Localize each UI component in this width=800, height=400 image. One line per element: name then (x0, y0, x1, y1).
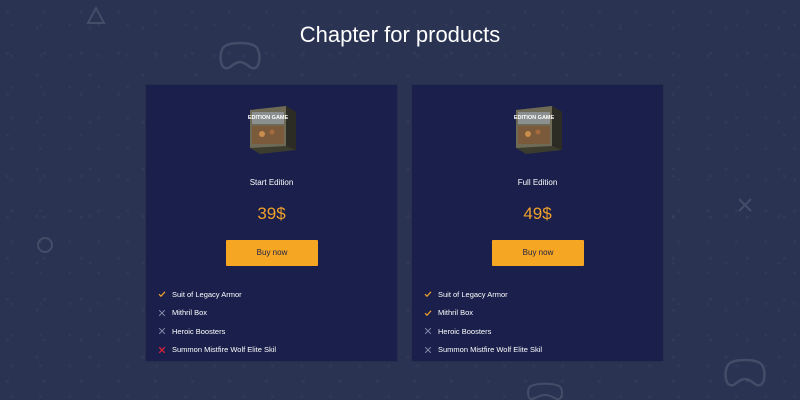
feature-item: Suit of Legacy Armor (158, 285, 276, 304)
feature-item: Heroic Boosters (424, 322, 542, 341)
check-icon (424, 310, 432, 316)
check-icon (158, 291, 166, 298)
feature-item: Mithril Box (424, 304, 542, 323)
edition-name: Full Edition (517, 178, 558, 187)
box-title-text: EDITION GAME (248, 115, 289, 121)
feature-label: Summon Mistfire Wolf Elite Skil (438, 345, 543, 355)
game-box-image: EDITION GAME (514, 106, 562, 154)
product-card-start-edition: EDITION GAME Start Edition 39$ Buy now S… (146, 85, 397, 361)
cross-icon (158, 309, 166, 316)
buy-now-button[interactable]: Buy now (492, 240, 584, 266)
feature-label: Heroic Boosters (172, 326, 226, 336)
circle-icon (37, 237, 53, 253)
feature-label: Suit of Legacy Armor (172, 289, 242, 299)
price: 49$ (523, 204, 552, 223)
feature-label: Summon Mistfire Wolf Elite Skil (172, 345, 277, 355)
price: 39$ (257, 204, 286, 223)
feature-item: Mithril Box (158, 304, 276, 323)
cross-icon (158, 328, 166, 335)
gamepad-icon (724, 358, 766, 387)
feature-label: Mithril Box (172, 308, 208, 318)
feature-item: Suit of Legacy Armor (424, 285, 542, 304)
edition-name: Start Edition (249, 178, 294, 187)
page-title: Chapter for products (299, 22, 501, 47)
feature-item: Heroic Boosters (158, 322, 276, 341)
feature-item: Summon Mistfire Wolf Elite Skil (424, 341, 542, 360)
feature-item: Summon Mistfire Wolf Elite Skil (158, 341, 276, 360)
box-title-text: EDITION GAME (514, 115, 555, 121)
cross-icon (158, 346, 166, 353)
game-box-image: EDITION GAME (248, 106, 296, 154)
feature-list: Suit of Legacy Armor Mithril Box Heroic … (158, 285, 276, 359)
feature-label: Mithril Box (438, 308, 474, 318)
cross-icon (424, 328, 432, 335)
cross-icon (738, 198, 752, 212)
buy-now-button[interactable]: Buy now (226, 240, 318, 266)
product-card-full-edition: EDITION GAME Full Edition 49$ Buy now Su… (412, 85, 663, 361)
gamepad-icon (527, 382, 563, 400)
check-icon (424, 291, 432, 298)
feature-list: Suit of Legacy Armor Mithril Box Heroic … (424, 285, 542, 359)
feature-label: Suit of Legacy Armor (438, 289, 508, 299)
cross-icon (424, 346, 432, 353)
feature-label: Heroic Boosters (438, 326, 492, 336)
